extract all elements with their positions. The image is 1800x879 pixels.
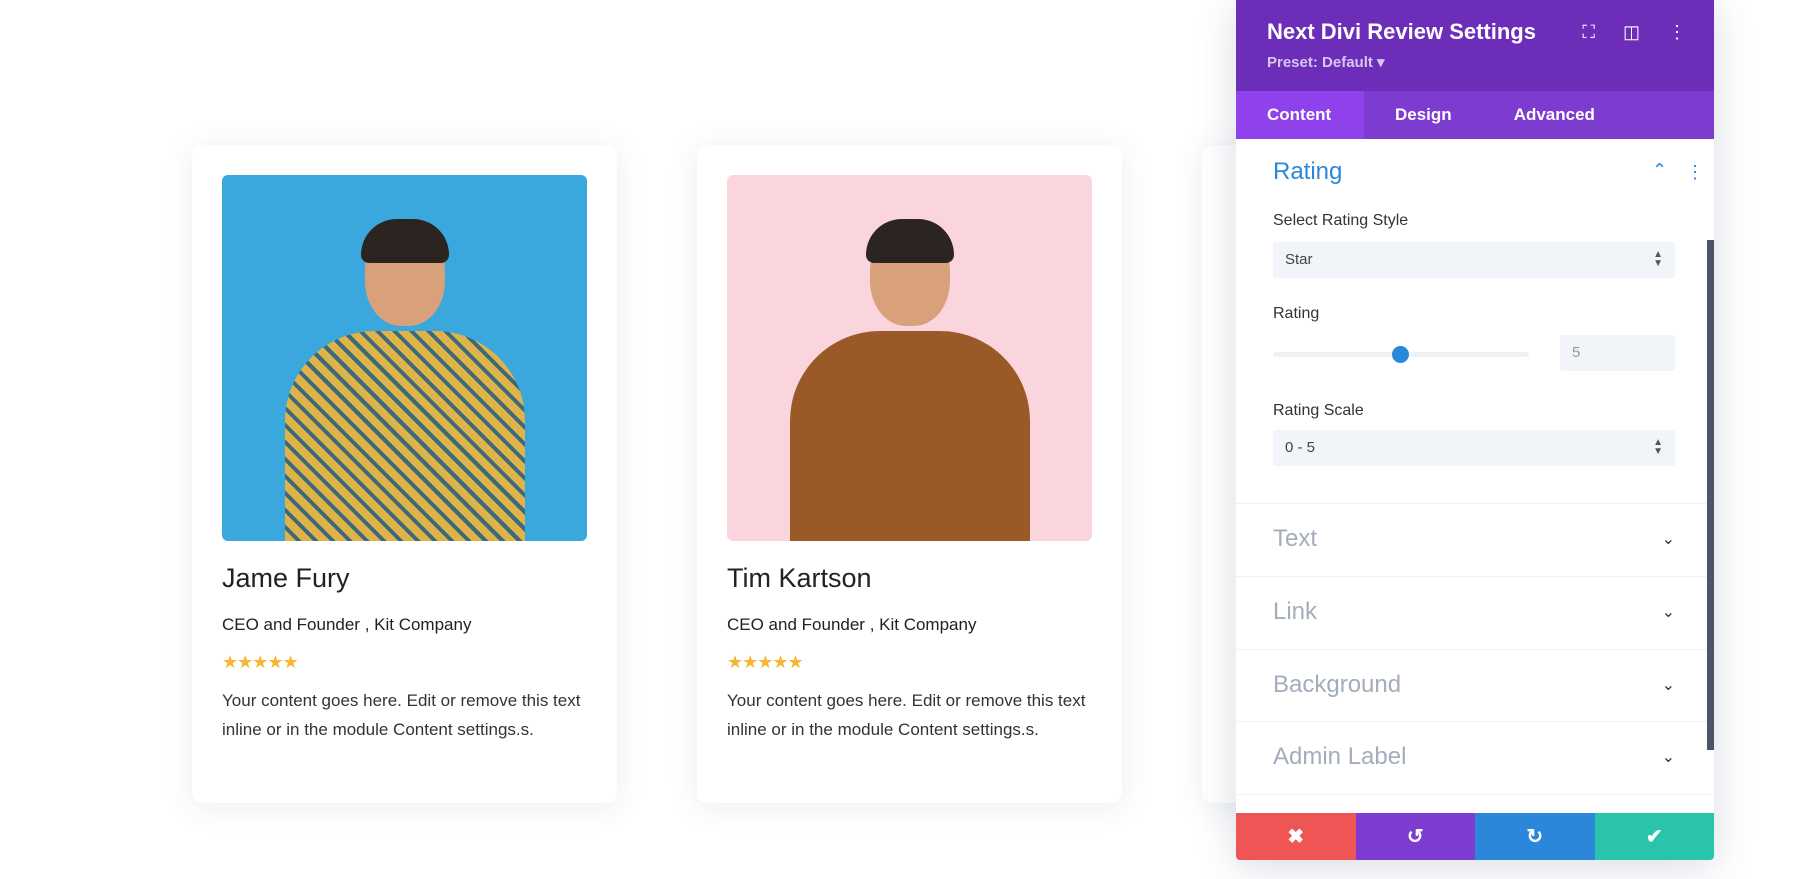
reviewer-name: Jame Fury — [222, 563, 350, 593]
reviewer-photo — [222, 175, 587, 541]
select-arrows-icon: ▲ ▼ — [1653, 437, 1663, 457]
panel-tabs: Content Design Advanced — [1236, 91, 1714, 139]
section-text[interactable]: Text ⌄ — [1273, 525, 1675, 553]
section-label: Admin Label — [1273, 743, 1407, 770]
reviewer-photo — [727, 175, 1092, 541]
rating-scale-select[interactable]: 0 - 5 ▲ ▼ — [1273, 430, 1675, 466]
chevron-down-icon: ⌄ — [1661, 749, 1675, 766]
scrollbar[interactable] — [1707, 240, 1714, 750]
divider — [1236, 721, 1714, 722]
tab-content[interactable]: Content — [1236, 91, 1364, 139]
select-value: 0 - 5 — [1285, 439, 1316, 456]
rating-scale-label: Rating Scale — [1273, 402, 1364, 419]
redo-icon: ↻ — [1526, 826, 1544, 848]
review-text: Your content goes here. Edit or remove t… — [727, 691, 1086, 739]
undo-button[interactable]: ↺ — [1355, 813, 1475, 860]
panel-header: Next Divi Review Settings Preset: Defaul… — [1236, 0, 1714, 91]
chevron-down-icon: ⌄ — [1661, 531, 1675, 548]
panel-footer: ✖ ↺ ↻ ✔ — [1236, 813, 1714, 860]
rating-style-select[interactable]: Star ▲ ▼ — [1273, 242, 1675, 278]
review-card: Tim Kartson CEO and Founder , Kit Compan… — [697, 145, 1122, 803]
rating-label: Rating — [1273, 305, 1320, 322]
select-value: Star — [1285, 251, 1313, 268]
star-rating: ★★★★★ — [727, 652, 804, 672]
close-icon: ✖ — [1287, 826, 1305, 848]
redo-button[interactable]: ↻ — [1475, 813, 1595, 860]
reviewer-role: CEO and Founder , Kit Company — [727, 615, 977, 634]
chevron-up-icon[interactable]: ⌃ — [1652, 160, 1667, 181]
save-button[interactable]: ✔ — [1594, 813, 1714, 860]
cancel-button[interactable]: ✖ — [1236, 813, 1356, 860]
undo-icon: ↺ — [1406, 826, 1424, 848]
input-value: 5 — [1572, 344, 1581, 361]
check-icon: ✔ — [1645, 826, 1663, 848]
section-background[interactable]: Background ⌄ — [1273, 671, 1675, 699]
chevron-down-icon: ⌄ — [1661, 604, 1675, 621]
select-arrows-icon: ▲ ▼ — [1653, 249, 1663, 269]
star-rating: ★★★★★ — [222, 652, 299, 672]
more-vertical-icon[interactable]: ⋮ — [1668, 22, 1686, 43]
more-vertical-icon[interactable]: ⋮ — [1686, 162, 1704, 183]
focus-icon[interactable]: ⛶ — [1582, 22, 1595, 43]
rating-slider-handle[interactable] — [1392, 346, 1409, 363]
tab-advanced[interactable]: Advanced — [1483, 91, 1626, 139]
divider — [1236, 576, 1714, 577]
review-text: Your content goes here. Edit or remove t… — [222, 691, 581, 739]
tab-design[interactable]: Design — [1364, 91, 1483, 139]
section-label: Background — [1273, 671, 1402, 698]
section-admin-label[interactable]: Admin Label ⌄ — [1273, 743, 1675, 771]
preset-dropdown[interactable]: Preset: Default ▾ — [1267, 53, 1683, 71]
section-link[interactable]: Link ⌄ — [1273, 598, 1675, 626]
sidebar-layout-icon[interactable]: ◫ — [1623, 22, 1640, 43]
rating-value-input[interactable]: 5 — [1560, 335, 1675, 371]
divider — [1236, 794, 1714, 795]
divider — [1236, 503, 1714, 504]
reviewer-name: Tim Kartson — [727, 563, 872, 593]
review-card: Jame Fury CEO and Founder , Kit Company … — [192, 145, 617, 803]
chevron-down-icon: ⌄ — [1661, 677, 1675, 694]
rating-section-title[interactable]: Rating — [1273, 158, 1342, 186]
section-label: Link — [1273, 598, 1318, 625]
rating-style-label: Select Rating Style — [1273, 212, 1409, 229]
section-label: Text — [1273, 525, 1318, 552]
divider — [1236, 649, 1714, 650]
settings-panel: Next Divi Review Settings Preset: Defaul… — [1236, 0, 1714, 860]
reviewer-role: CEO and Founder , Kit Company — [222, 615, 472, 634]
